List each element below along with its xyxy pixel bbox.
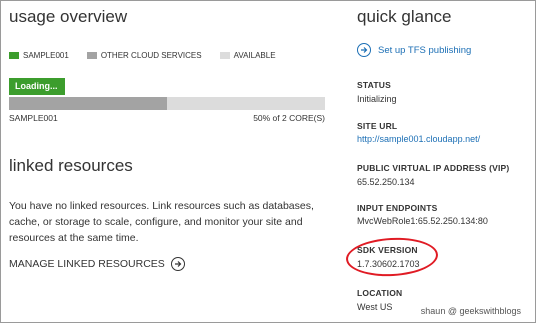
legend-label: SAMPLE001 xyxy=(23,51,69,60)
legend-swatch-sample001 xyxy=(9,52,19,59)
usage-bar-fill xyxy=(9,97,167,110)
input-endpoints-label: INPUT ENDPOINTS xyxy=(357,203,438,213)
site-url-link[interactable]: http://sample001.cloudapp.net/ xyxy=(357,134,480,144)
usage-bar xyxy=(9,97,325,110)
set-up-tfs-publishing-link[interactable]: Set up TFS publishing xyxy=(357,43,471,57)
usage-overview-title: usage overview xyxy=(9,7,128,26)
watermark: shaun @ geekswithblogs xyxy=(420,306,521,316)
status-value: Initializing xyxy=(357,94,397,104)
location-value: West US xyxy=(357,302,393,312)
input-endpoints-value: MvcWebRole1:65.52.250.134:80 xyxy=(357,216,488,226)
legend-swatch-available xyxy=(219,52,230,59)
legend-swatch-other xyxy=(86,52,97,59)
manage-linked-resources-link[interactable]: MANAGE LINKED RESOURCES xyxy=(9,257,185,271)
linked-resources-title: linked resources xyxy=(9,156,133,175)
loading-badge: Loading... xyxy=(9,78,65,95)
linked-resources-description: You have no linked resources. Link resou… xyxy=(9,200,314,244)
legend-item-other-cloud-services: OTHER CLOUD SERVICES xyxy=(86,51,202,60)
vip-value: 65.52.250.134 xyxy=(357,177,415,187)
site-url-label: SITE URL xyxy=(357,121,398,131)
usage-bar-value: 50% of 2 CORE(S) xyxy=(253,113,325,123)
legend-item-sample001: SAMPLE001 xyxy=(9,51,69,60)
dashboard-panel: usage overview SAMPLE001 OTHER CLOUD SER… xyxy=(0,0,536,323)
left-column: usage overview SAMPLE001 OTHER CLOUD SER… xyxy=(9,1,327,322)
manage-linked-resources-label: MANAGE LINKED RESOURCES xyxy=(9,258,165,270)
location-label: LOCATION xyxy=(357,288,403,298)
status-label: STATUS xyxy=(357,80,391,90)
legend-item-available: AVAILABLE xyxy=(219,51,276,60)
usage-bar-name: SAMPLE001 xyxy=(9,113,58,123)
set-up-tfs-publishing-label: Set up TFS publishing xyxy=(378,44,472,56)
arrow-right-circle-icon xyxy=(170,257,185,271)
vip-label: PUBLIC VIRTUAL IP ADDRESS (VIP) xyxy=(357,163,510,173)
arrow-right-circle-icon xyxy=(357,43,371,57)
quick-glance-title: quick glance xyxy=(357,7,452,26)
legend-label: OTHER CLOUD SERVICES xyxy=(100,51,202,60)
usage-legend: SAMPLE001 OTHER CLOUD SERVICES AVAILABLE xyxy=(9,51,294,60)
legend-label: AVAILABLE xyxy=(233,51,276,60)
